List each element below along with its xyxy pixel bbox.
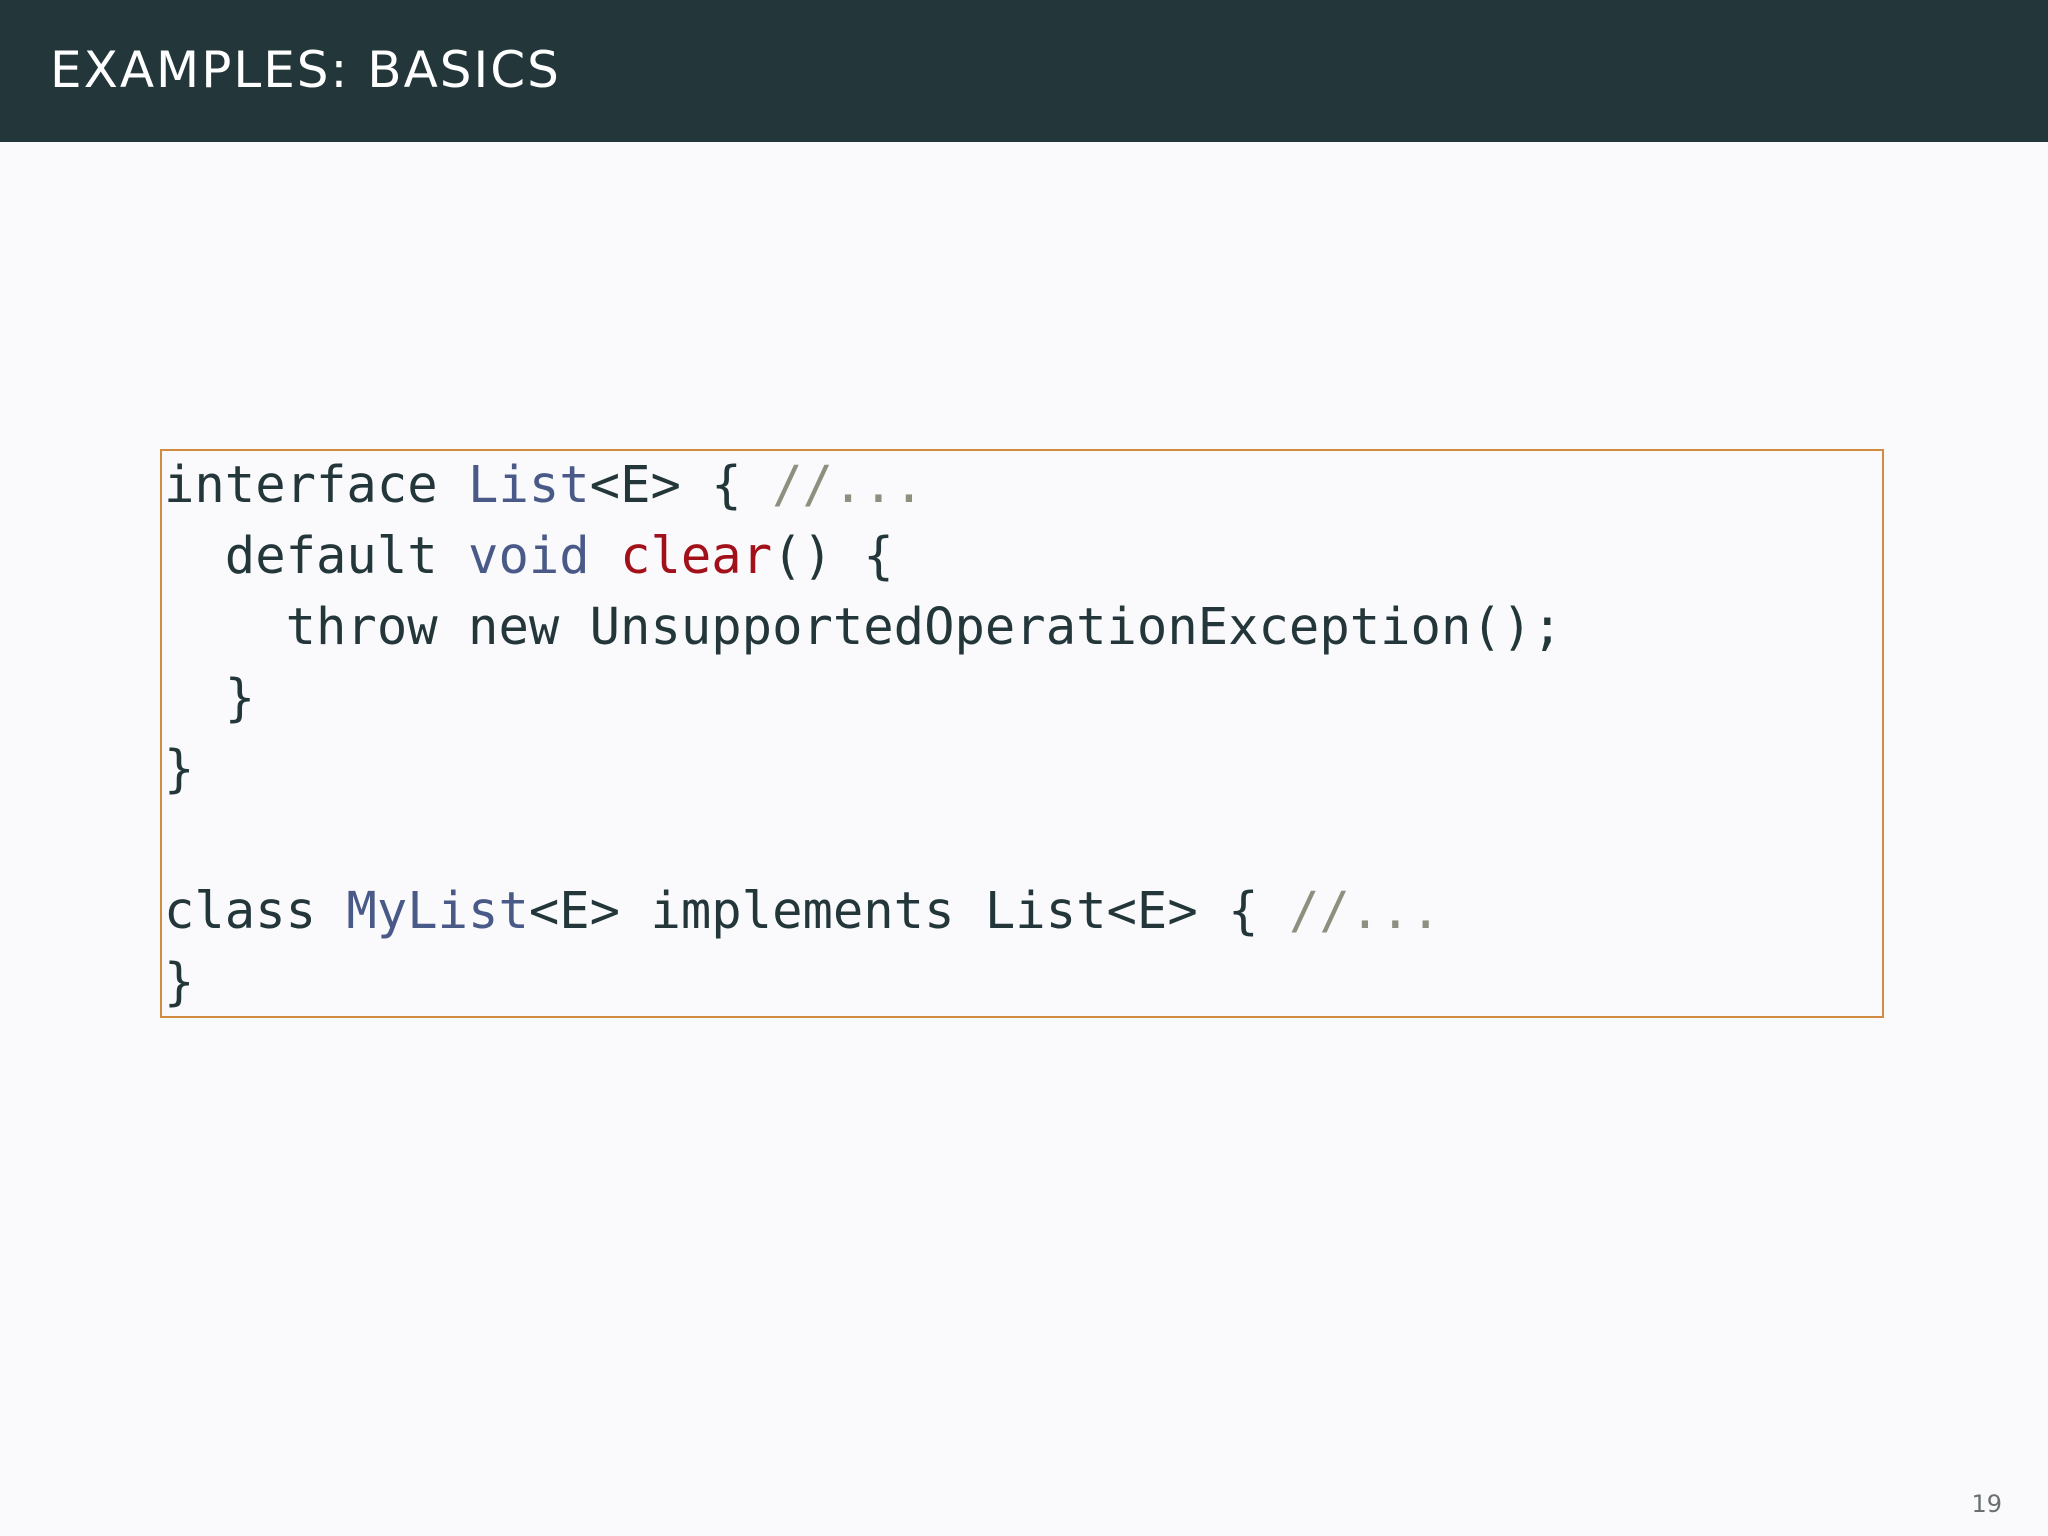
code-line: default void clear() { bbox=[164, 520, 894, 591]
slide-title: EXAMPLES: BASICS bbox=[50, 41, 561, 99]
code-token: interface bbox=[164, 455, 469, 514]
code-line: throw new UnsupportedOperationException(… bbox=[164, 591, 1563, 662]
code-token: } bbox=[164, 952, 195, 1011]
code-token: MyList bbox=[346, 881, 529, 940]
code-token: throw new UnsupportedOperationException(… bbox=[164, 597, 1563, 656]
code-token: //... bbox=[1288, 881, 1441, 940]
code-token: } bbox=[164, 739, 195, 798]
code-token: <E> { bbox=[589, 455, 773, 514]
code-token: List bbox=[468, 455, 590, 514]
page-number: 19 bbox=[1971, 1490, 2002, 1518]
code-line: } bbox=[164, 662, 255, 733]
code-line: } bbox=[164, 946, 194, 1017]
code-token: clear bbox=[620, 526, 773, 585]
code-token: class bbox=[164, 881, 347, 940]
code-line: } bbox=[164, 733, 194, 804]
code-token: //... bbox=[772, 455, 925, 514]
code-line: interface List<E> { //... bbox=[164, 449, 924, 520]
code-line: class MyList<E> implements List<E> { //.… bbox=[164, 875, 1441, 946]
code-token: default bbox=[164, 526, 469, 585]
code-token: } bbox=[164, 668, 256, 727]
code-token: () { bbox=[772, 526, 894, 585]
code-token: void bbox=[468, 526, 590, 585]
slide-title-bar: EXAMPLES: BASICS bbox=[0, 0, 2048, 142]
code-token: <E> implements List<E> { bbox=[528, 881, 1289, 940]
